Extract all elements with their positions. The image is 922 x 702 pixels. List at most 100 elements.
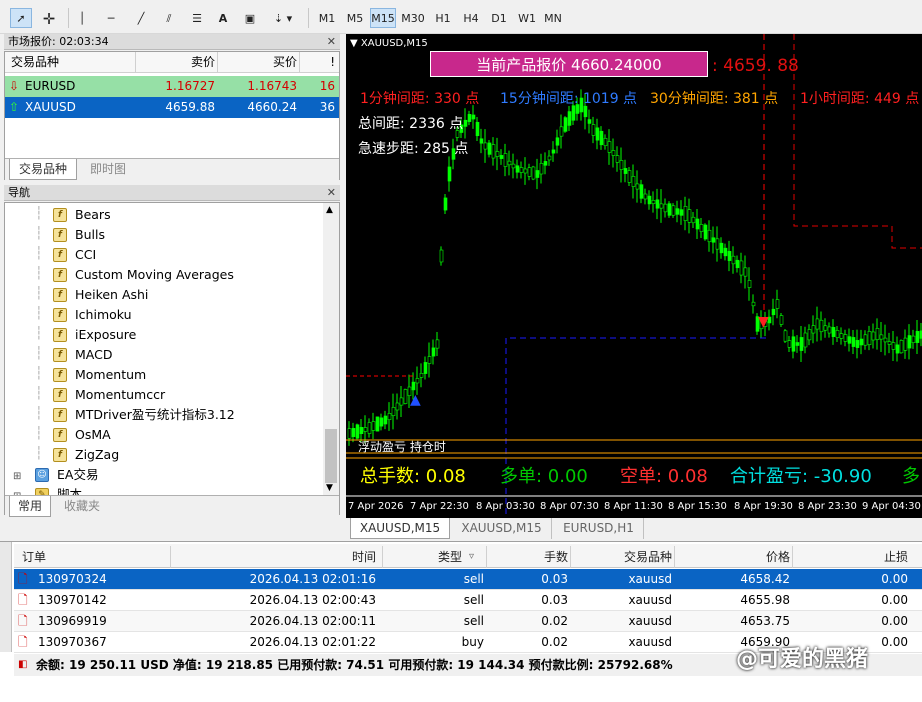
fibonacci-icon[interactable]: ☰ xyxy=(186,8,208,28)
candle-body xyxy=(423,362,428,374)
order-row[interactable]: 🗋 130970142 2026.04.13 02:00:43 sell 0.03 xau… xyxy=(14,590,922,611)
candle-body xyxy=(831,327,836,337)
candle-body xyxy=(907,335,912,349)
x-tick-label: 8 Apr 23:30 xyxy=(798,501,857,512)
order-type: buy xyxy=(461,635,484,649)
scroll-up-icon[interactable]: ▲ xyxy=(326,205,333,215)
candle-body xyxy=(495,151,500,157)
tab-favorites[interactable]: 收藏夹 xyxy=(53,496,111,517)
order-symbol: xauusd xyxy=(628,635,672,649)
bid-cell: 4659.88 xyxy=(165,100,215,114)
candle-body xyxy=(599,130,604,146)
order-row[interactable]: 🗋 130969919 2026.04.13 02:00:11 sell 0.02 xau… xyxy=(14,611,922,632)
timeframe-h4[interactable]: H4 xyxy=(458,8,484,28)
indicator-icon: f xyxy=(53,268,67,282)
candle-body xyxy=(711,237,716,243)
market-watch-row-eurusd[interactable]: ⇩ EURUSD 1.16727 1.16743 16 xyxy=(5,76,339,97)
overlap-text: 浮动盈亏 持仓时 xyxy=(358,440,446,454)
total-lots: 总手数: 0.08 xyxy=(360,466,466,487)
market-watch-panel: 交易品种 卖价 买价 ! ⇩ EURUSD 1.16727 1.16743 16… xyxy=(4,51,340,180)
chart-tab-3[interactable]: EURUSD,H1 xyxy=(554,518,644,539)
shapes-dropdown-icon[interactable]: ⇣ ▾ xyxy=(266,8,300,28)
candle-body xyxy=(551,149,556,154)
order-row[interactable]: 🗋 130970324 2026.04.13 02:01:16 sell 0.03 xau… xyxy=(14,569,922,590)
market-watch-header-row: 交易品种 卖价 买价 ! xyxy=(5,52,339,73)
order-sl: 0.00 xyxy=(881,593,908,607)
vertical-line-icon[interactable]: │ xyxy=(74,8,90,28)
tab-tick-chart[interactable]: 即时图 xyxy=(79,159,137,180)
col-time[interactable]: 时间 xyxy=(170,546,376,568)
col-lots[interactable]: 手数 xyxy=(486,546,568,568)
chart-area[interactable]: ▲ ▼ ▼ XAUUSD,M15 当前产品报价 4660.24000 : 4659… xyxy=(346,34,922,518)
text-icon[interactable]: A xyxy=(214,8,232,28)
col-symbol[interactable]: 交易品种 xyxy=(570,546,672,568)
timeframe-mn[interactable]: MN xyxy=(540,8,566,28)
market-watch-row-xauusd[interactable]: ⇧ XAUUSD 4659.88 4660.24 36 xyxy=(5,97,339,118)
col-price[interactable]: 价格 xyxy=(674,546,790,568)
candle-body xyxy=(475,121,480,137)
candle-body xyxy=(383,415,388,425)
more-label: 多 xyxy=(902,466,920,487)
close-icon[interactable]: ✕ xyxy=(327,34,336,50)
order-symbol: xauusd xyxy=(628,593,672,607)
horizontal-line-icon[interactable]: ─ xyxy=(100,8,122,28)
timeframe-m30[interactable]: M30 xyxy=(400,8,426,28)
col-spread[interactable]: ! xyxy=(299,52,335,73)
cursor-icon[interactable]: ➚ xyxy=(10,8,32,28)
candle-body xyxy=(851,337,856,347)
candle-body xyxy=(727,251,732,261)
candle-body xyxy=(403,389,408,404)
timeframe-m1[interactable]: M1 xyxy=(314,8,340,28)
candle-body xyxy=(799,337,804,351)
col-ask[interactable]: 买价 xyxy=(217,52,297,73)
trendline-icon[interactable]: ╱ xyxy=(130,8,152,28)
col-sl[interactable]: 止损 xyxy=(792,546,908,568)
order-lots: 0.02 xyxy=(541,635,568,649)
order-lots: 0.02 xyxy=(541,614,568,628)
col-symbol[interactable]: 交易品种 xyxy=(11,52,59,73)
indicator-icon: f xyxy=(53,248,67,262)
timeframe-w1[interactable]: W1 xyxy=(514,8,540,28)
order-price: 4655.98 xyxy=(740,593,790,607)
candle-body xyxy=(631,176,636,187)
timeframe-m5[interactable]: M5 xyxy=(342,8,368,28)
toolbar: ➚ ✛ │ ─ ╱ ⫽ ☰ A ▣ ⇣ ▾ M1 M5 M15 M30 H1 H4 D1 W1… xyxy=(0,0,922,34)
tab-symbols[interactable]: 交易品种 xyxy=(9,159,77,180)
candle-body xyxy=(823,325,828,331)
order-type: sell xyxy=(463,572,484,586)
timeframe-h1[interactable]: H1 xyxy=(430,8,456,28)
chart-tab-2[interactable]: XAUUSD,M15 xyxy=(452,518,552,539)
col-type[interactable]: 类型 xyxy=(382,546,462,568)
col-bid[interactable]: 卖价 xyxy=(135,52,215,73)
text-label-icon[interactable]: ▣ xyxy=(240,8,260,28)
candle-body xyxy=(887,341,892,345)
order-lots: 0.03 xyxy=(541,593,568,607)
timeframe-m15[interactable]: M15 xyxy=(370,8,396,28)
candle-body xyxy=(811,325,816,334)
close-icon[interactable]: ✕ xyxy=(327,185,336,201)
scroll-down-icon[interactable]: ▼ xyxy=(326,483,333,493)
terminal-side-strip xyxy=(0,542,12,652)
tab-common[interactable]: 常用 xyxy=(9,496,51,517)
channel-icon[interactable]: ⫽ xyxy=(158,8,180,28)
candle-body xyxy=(487,142,492,155)
navigator-scrollbar[interactable]: ▲ ▼ xyxy=(323,203,339,496)
price-side-label: : 4659. 88 xyxy=(712,56,799,76)
ask-cell: 1.16743 xyxy=(247,79,297,93)
current-price-box: 当前产品报价 4660.24000 xyxy=(430,51,708,77)
scroll-thumb[interactable] xyxy=(325,429,337,483)
sort-icon[interactable]: ▿ xyxy=(469,546,474,568)
chart-title-text: XAUUSD,M15 xyxy=(360,38,428,49)
col-order[interactable]: 订单 xyxy=(22,546,46,568)
candle-body xyxy=(415,378,420,384)
crosshair-icon[interactable]: ✛ xyxy=(38,8,60,28)
chart-tab-1[interactable]: XAUUSD,M15 xyxy=(350,518,450,539)
candle-body xyxy=(803,332,808,348)
folder-ea[interactable]: ⊞ ☺ EA交易 xyxy=(13,465,98,485)
order-price: 4653.75 xyxy=(740,614,790,628)
candle-body xyxy=(827,326,832,334)
nav-item-label: Bulls xyxy=(75,227,105,242)
candle-body xyxy=(659,203,664,209)
candle-body xyxy=(563,117,568,132)
timeframe-d1[interactable]: D1 xyxy=(486,8,512,28)
